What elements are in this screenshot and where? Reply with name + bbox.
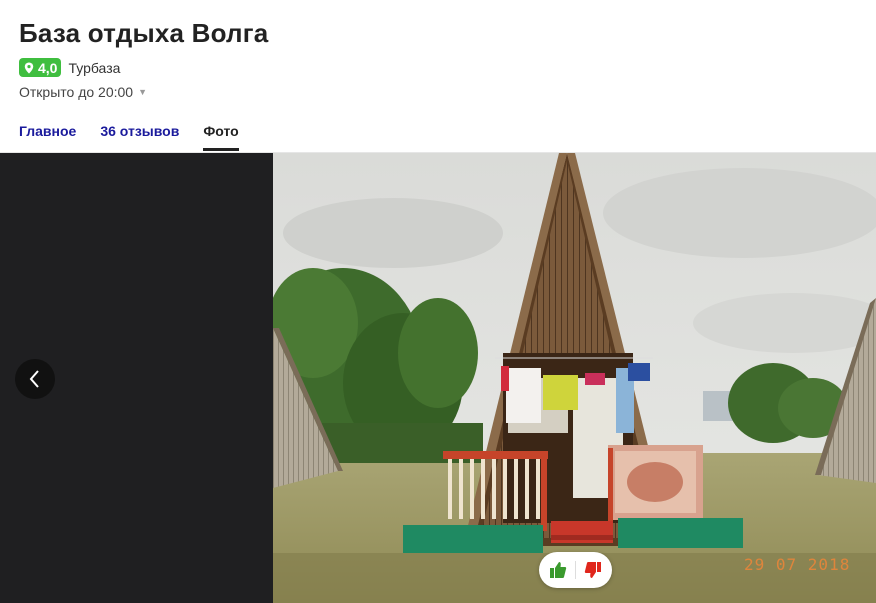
chevron-left-icon — [29, 370, 39, 388]
hours-toggle[interactable]: Открыто до 20:00 ▼ — [19, 84, 147, 100]
rating-value: 4,0 — [38, 59, 58, 76]
rating-row: 4,0 Турбаза — [19, 58, 120, 77]
caret-down-icon: ▼ — [138, 87, 148, 97]
tab-bar: Главное 36 отзывов Фото — [19, 123, 263, 151]
thumbs-up-icon — [550, 562, 567, 578]
tab-reviews[interactable]: 36 отзывов — [100, 123, 179, 150]
vote-separator — [575, 561, 576, 579]
tab-main[interactable]: Главное — [19, 123, 76, 150]
pin-icon — [24, 62, 34, 73]
photo-vote — [539, 552, 612, 588]
photo-date-stamp: 29 07 2018 — [744, 555, 851, 574]
like-button[interactable] — [548, 560, 568, 580]
place-category: Турбаза — [68, 59, 121, 76]
place-title: База отдыха Волга — [19, 18, 269, 48]
gallery-photo[interactable] — [273, 153, 876, 603]
dislike-button[interactable] — [583, 560, 603, 580]
photo-gallery: 29 07 2018 — [0, 153, 876, 603]
tab-photos[interactable]: Фото — [203, 123, 240, 151]
thumbs-down-icon — [584, 562, 601, 578]
hours-text: Открыто до 20:00 — [19, 84, 134, 100]
place-header: База отдыха Волга 4,0 Турбаза Открыто до… — [0, 0, 876, 152]
prev-photo-button[interactable] — [15, 359, 55, 399]
rating-badge[interactable]: 4,0 — [19, 58, 62, 77]
